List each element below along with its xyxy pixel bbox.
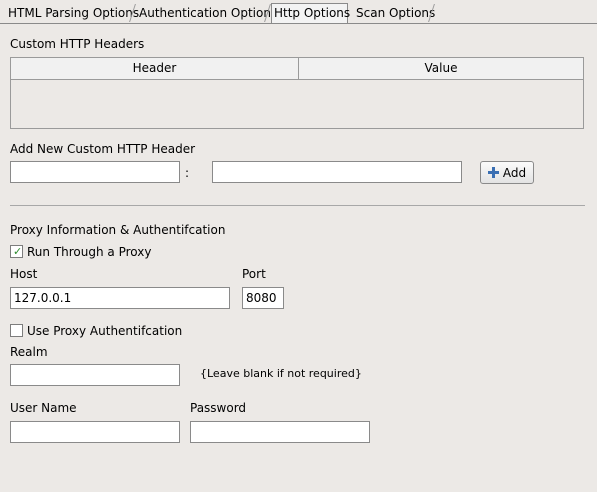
realm-input[interactable] bbox=[10, 364, 180, 386]
proxy-section-label: Proxy Information & Authentifcation bbox=[10, 223, 226, 237]
port-input[interactable]: 8080 bbox=[242, 287, 284, 309]
checkmark-icon: ✓ bbox=[13, 245, 23, 258]
tab-bar: HTML Parsing Options Authentication Opti… bbox=[0, 0, 597, 24]
column-header-value[interactable]: Value bbox=[299, 58, 583, 79]
username-input[interactable] bbox=[10, 421, 180, 443]
run-through-proxy-label[interactable]: Run Through a Proxy bbox=[27, 245, 151, 259]
plus-icon bbox=[487, 167, 499, 178]
use-proxy-auth-label[interactable]: Use Proxy Authentifcation bbox=[27, 324, 182, 338]
add-header-button[interactable]: Add bbox=[480, 161, 534, 184]
tab-authentication-options[interactable]: Authentication Options bbox=[137, 4, 279, 22]
header-value-input[interactable] bbox=[212, 161, 462, 183]
username-label: User Name bbox=[10, 401, 77, 415]
add-button-label: Add bbox=[502, 165, 527, 180]
add-header-label: Add New Custom HTTP Header bbox=[10, 142, 196, 156]
tab-http-options[interactable]: Http Options bbox=[271, 3, 350, 23]
header-separator: : bbox=[185, 166, 190, 180]
password-label: Password bbox=[190, 401, 247, 415]
password-input[interactable] bbox=[190, 421, 370, 443]
custom-headers-table[interactable]: Header Value bbox=[10, 57, 584, 129]
host-input[interactable]: 127.0.0.1 bbox=[10, 287, 230, 309]
custom-headers-label: Custom HTTP Headers bbox=[10, 37, 145, 51]
port-label: Port bbox=[242, 267, 266, 281]
tab-html-parsing-options[interactable]: HTML Parsing Options bbox=[6, 4, 141, 22]
realm-hint: {Leave blank if not required} bbox=[200, 367, 362, 380]
realm-label: Realm bbox=[10, 345, 48, 359]
tab-scan-options[interactable]: Scan Options bbox=[354, 4, 437, 22]
run-through-proxy-checkbox[interactable]: ✓ bbox=[10, 245, 23, 258]
divider bbox=[10, 205, 585, 206]
tab-underline bbox=[0, 23, 597, 24]
host-label: Host bbox=[10, 267, 38, 281]
use-proxy-auth-checkbox[interactable] bbox=[10, 324, 23, 337]
header-name-input[interactable] bbox=[10, 161, 180, 183]
table-header-row: Header Value bbox=[11, 58, 583, 80]
column-header-header[interactable]: Header bbox=[11, 58, 298, 79]
